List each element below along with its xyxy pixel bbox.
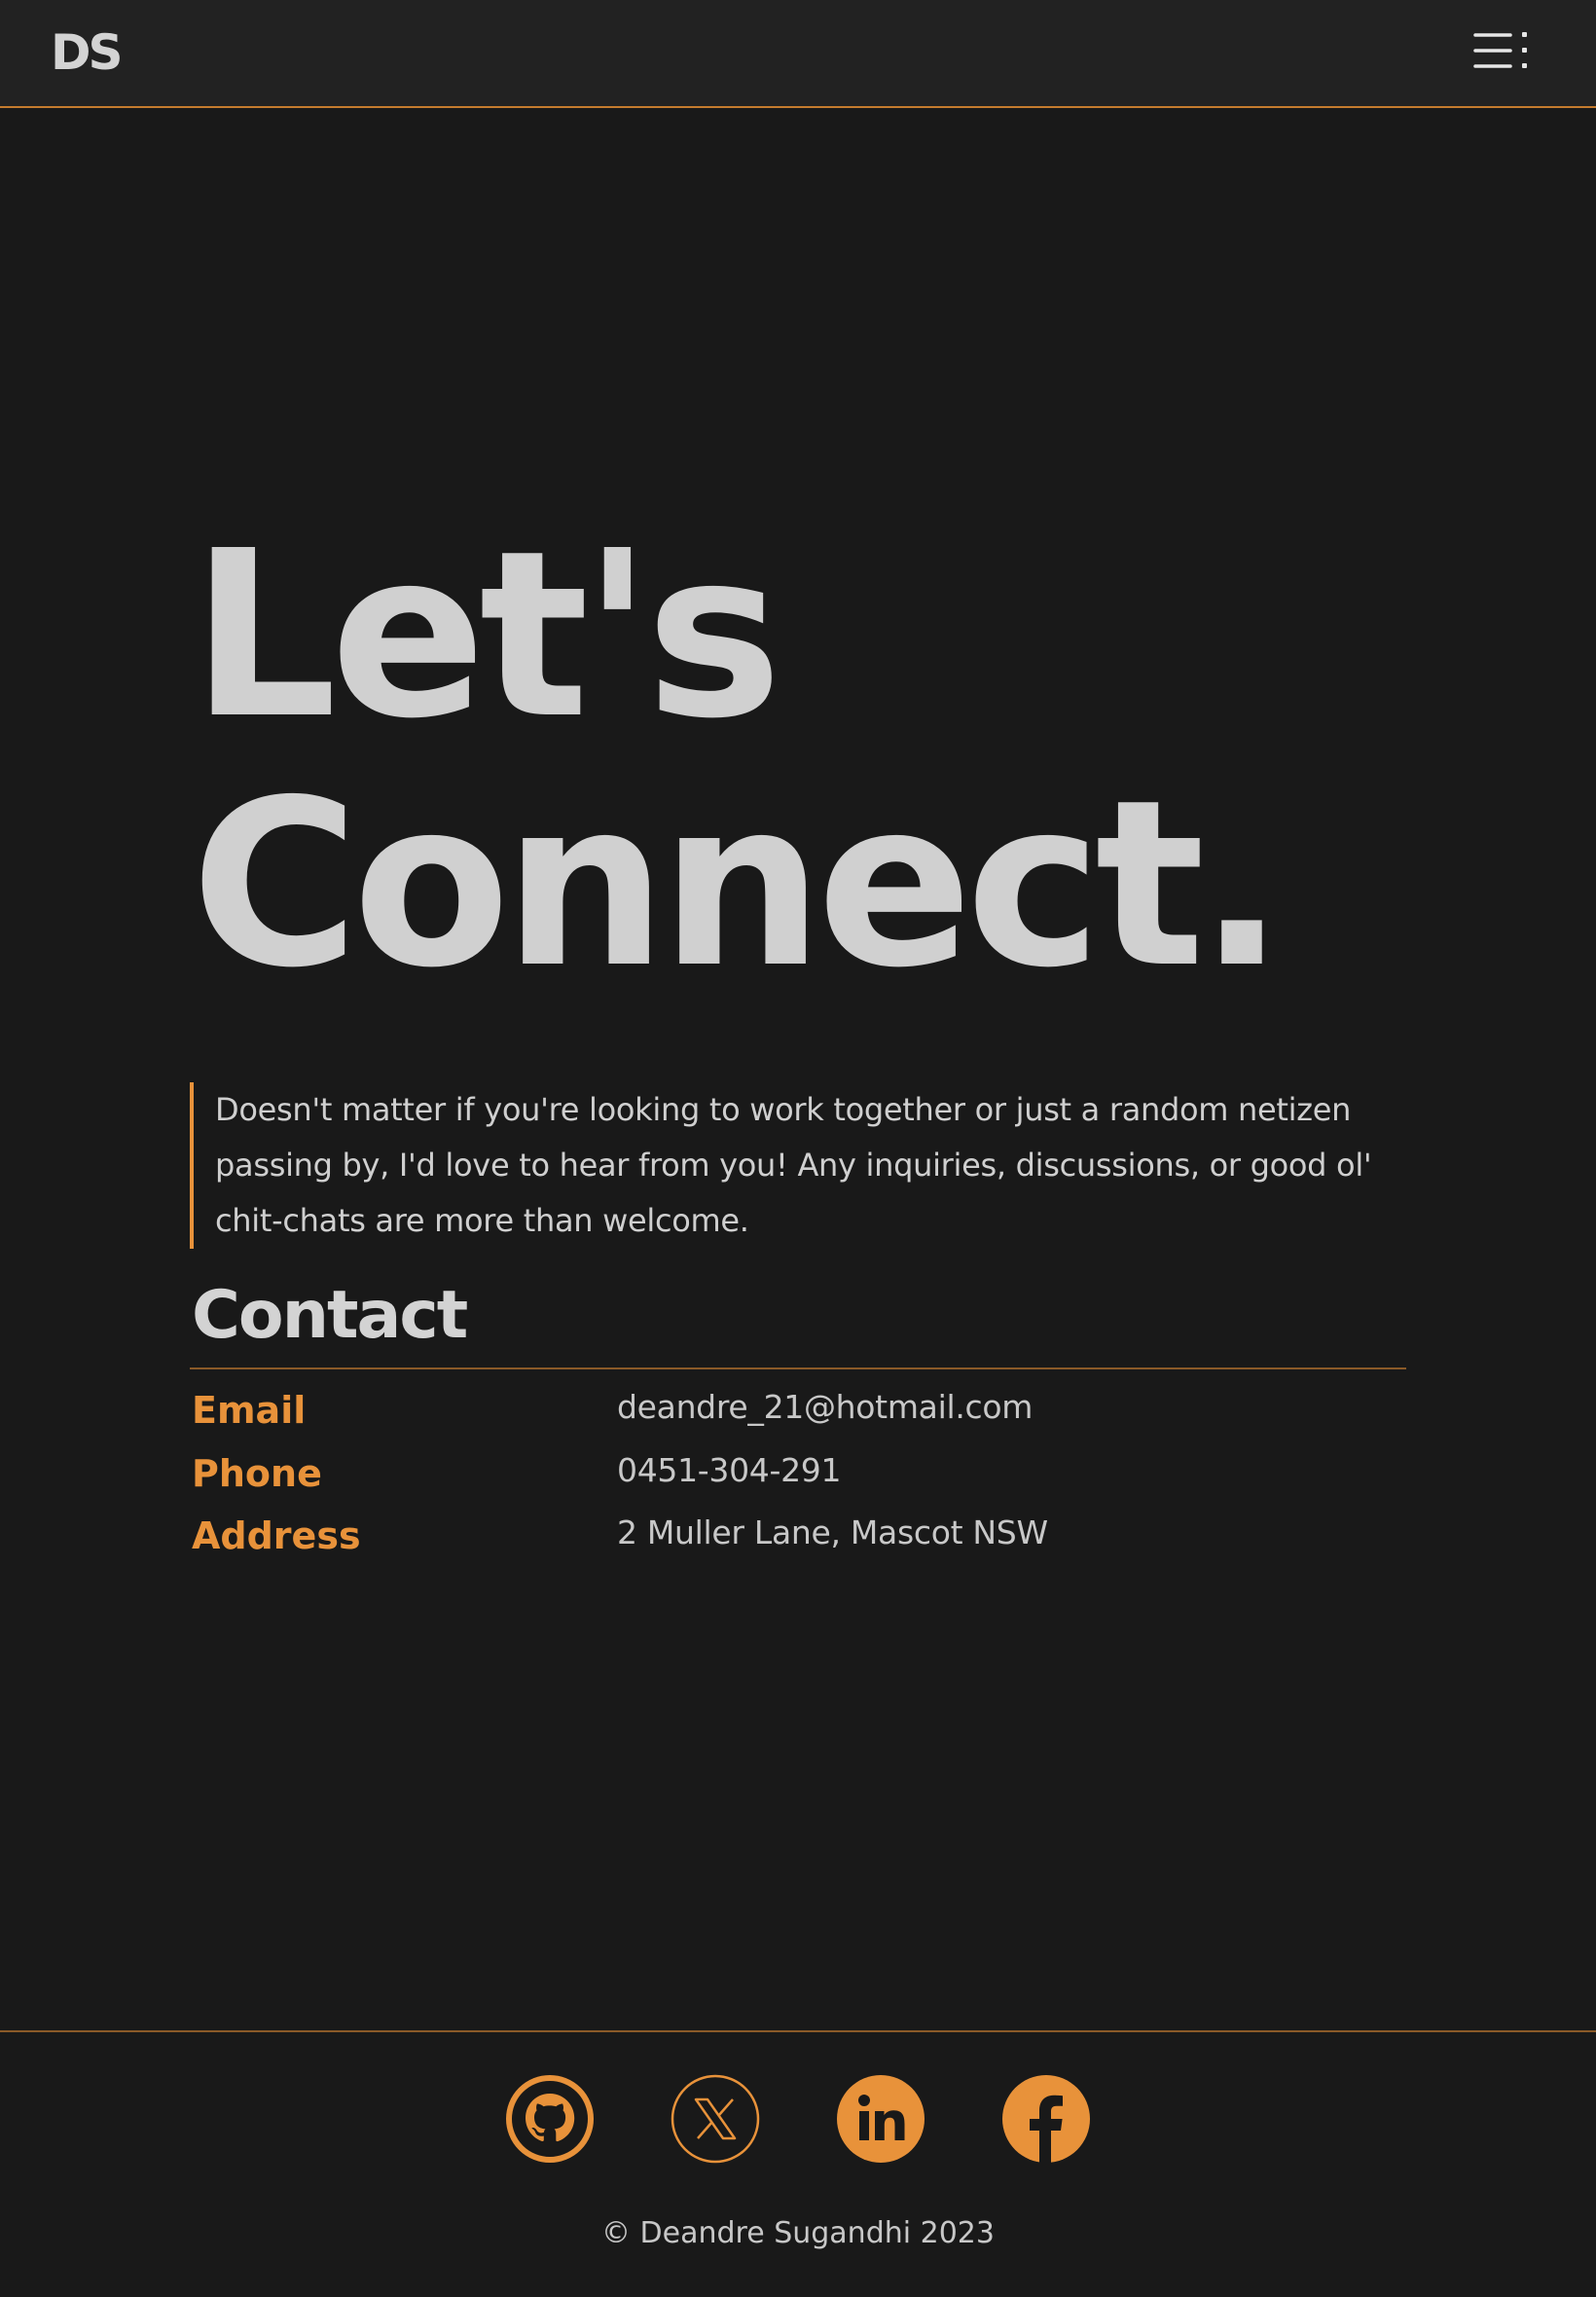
menu-button[interactable] bbox=[1473, 27, 1538, 74]
email-label: Email bbox=[192, 1389, 307, 1432]
menu-icon bbox=[1473, 32, 1527, 68]
linkedin-icon bbox=[837, 2075, 925, 2163]
contact-heading: Contact bbox=[192, 1277, 468, 1354]
phone-label: Phone bbox=[192, 1452, 322, 1495]
page-title: Let's Connect. bbox=[191, 501, 1286, 1018]
email-value[interactable]: deandre_21@hotmail.com bbox=[617, 1385, 1033, 1430]
facebook-icon bbox=[1002, 2075, 1090, 2164]
github-link[interactable] bbox=[505, 2074, 595, 2164]
contact-divider bbox=[190, 1367, 1406, 1369]
phone-value[interactable]: 0451-304-291 bbox=[617, 1448, 841, 1493]
linkedin-link[interactable] bbox=[836, 2074, 925, 2164]
x-link[interactable] bbox=[671, 2074, 760, 2164]
facebook-link[interactable] bbox=[1001, 2074, 1091, 2164]
copyright-text: © Deandre Sugandhi 2023 bbox=[601, 2216, 995, 2250]
contact-row-address: Address 2 Muller Lane, Mascot NSW bbox=[192, 1511, 1408, 1573]
site-header: DS bbox=[0, 0, 1596, 108]
footer-divider bbox=[0, 2030, 1596, 2032]
site-logo[interactable]: DS bbox=[51, 27, 123, 78]
page: DS Let's Connect. Doesn't matter if you'… bbox=[0, 0, 1596, 2297]
page-title-line-1: Let's bbox=[191, 501, 782, 769]
github-icon bbox=[506, 2075, 594, 2163]
contact-row-email: Email deandre_21@hotmail.com bbox=[192, 1385, 1408, 1447]
x-icon bbox=[671, 2074, 760, 2164]
page-title-line-2: Connect. bbox=[191, 750, 1286, 1018]
intro-text: Doesn't matter if you're looking to work… bbox=[190, 1082, 1406, 1249]
address-value: 2 Muller Lane, Mascot NSW bbox=[617, 1513, 1048, 1551]
address-label: Address bbox=[192, 1514, 361, 1557]
contact-row-phone: Phone 0451-304-291 bbox=[192, 1448, 1408, 1511]
